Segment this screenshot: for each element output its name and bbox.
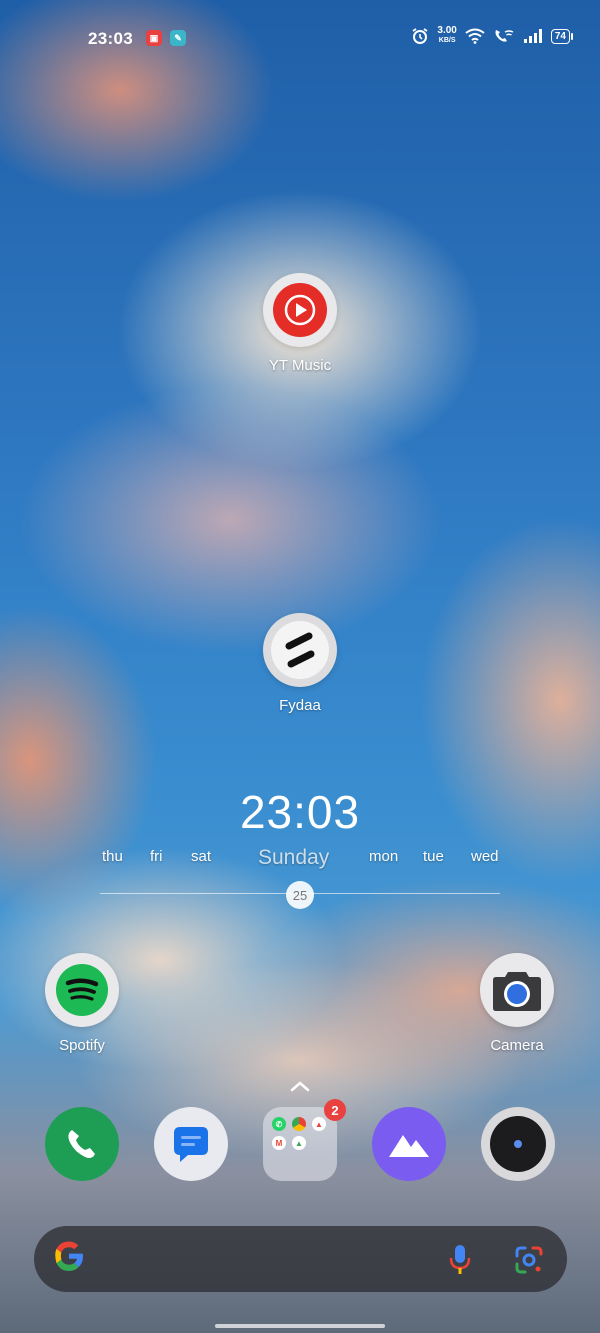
- app-label: YT Music: [268, 357, 332, 374]
- alarm-icon: [412, 28, 428, 44]
- network-speed: 3.00 KB/S: [437, 26, 456, 46]
- app-fydaa[interactable]: Fydaa: [254, 613, 346, 714]
- day-label: fri: [150, 848, 163, 865]
- app-label: Fydaa: [279, 697, 321, 714]
- google-lens-icon[interactable]: [514, 1245, 544, 1275]
- chevron-up-icon[interactable]: [287, 1078, 313, 1094]
- chat-bubble-icon: ✎: [170, 30, 186, 46]
- status-time: 23:03: [88, 29, 133, 48]
- day-label: mon: [369, 848, 399, 865]
- app-label: Spotify: [59, 1037, 105, 1054]
- day-label: wed: [471, 848, 499, 865]
- network-speed-unit: KB/S: [438, 37, 456, 44]
- notification-badge: 2: [324, 1099, 346, 1121]
- google-logo-icon[interactable]: [52, 1239, 86, 1282]
- date-badge: 25: [286, 881, 314, 909]
- day-label: sat: [191, 848, 212, 865]
- wifi-icon: [465, 28, 485, 44]
- day-label: tue: [423, 848, 444, 865]
- battery-icon: 74: [550, 28, 574, 44]
- files-icon: ▲: [312, 1117, 326, 1131]
- drive-icon: ▲: [292, 1136, 306, 1150]
- whatsapp-icon: ✆: [272, 1117, 286, 1131]
- signal-strength-icon: [523, 29, 542, 43]
- status-indicators: 3.00 KB/S 74: [411, 26, 574, 46]
- camera-shortcut-icon[interactable]: [481, 1107, 555, 1181]
- home-indicator[interactable]: [215, 1324, 385, 1328]
- app-folder[interactable]: ✆ ▲ M ▲: [263, 1107, 337, 1181]
- day-label: thu: [102, 848, 123, 865]
- camera-icon[interactable]: [480, 953, 554, 1027]
- app-camera[interactable]: Camera: [471, 953, 563, 1054]
- wifi-calling-icon: [495, 30, 514, 42]
- phone-app-icon[interactable]: [45, 1107, 119, 1181]
- google-search-bar[interactable]: [34, 1226, 567, 1292]
- chrome-icon: [292, 1117, 306, 1131]
- microphone-icon[interactable]: [449, 1244, 471, 1276]
- weekday-strip: thu fri sat Sunday mon tue wed: [0, 846, 600, 878]
- app-label: Camera: [490, 1037, 544, 1054]
- clock-widget-time[interactable]: 23:03: [0, 785, 600, 839]
- day-label-today: Sunday: [258, 846, 330, 869]
- spotify-icon[interactable]: [45, 953, 119, 1027]
- screen-recorder-icon: ▣: [146, 30, 162, 46]
- messages-app-icon[interactable]: [154, 1107, 228, 1181]
- app-yt-music[interactable]: YT Music: [254, 273, 346, 374]
- gmail-icon: M: [272, 1136, 286, 1150]
- network-speed-value: 3.00: [437, 25, 457, 36]
- app-spotify[interactable]: Spotify: [36, 953, 128, 1054]
- yt-music-icon[interactable]: [263, 273, 337, 347]
- gallery-app-icon[interactable]: [372, 1107, 446, 1181]
- status-bar: 23:03 ▣ ✎ 3.00 KB/S 74: [0, 0, 600, 78]
- fydaa-icon[interactable]: [263, 613, 337, 687]
